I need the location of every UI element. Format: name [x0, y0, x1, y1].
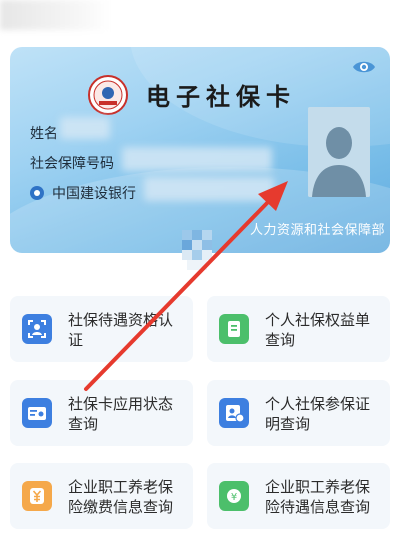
- tile-card-status[interactable]: 社保卡应用状态查询: [10, 380, 193, 446]
- tile-label: 社保卡应用状态查询: [68, 395, 174, 433]
- tile-label: 个人社保权益单查询: [265, 311, 371, 349]
- bank-name: 中国建设银行: [52, 186, 136, 202]
- certificate-icon: [219, 398, 249, 428]
- ssn-label: 社会保障号码: [30, 156, 114, 172]
- social-security-card[interactable]: 电子社保卡 姓名 社会保障号码 中国建设银行 人力资源和社会保障部: [10, 47, 390, 253]
- tile-qualification-auth[interactable]: 社保待遇资格认证: [10, 296, 193, 362]
- bank-logo-icon: [30, 186, 44, 200]
- name-label: 姓名: [30, 126, 58, 142]
- document-icon: [219, 314, 249, 344]
- tile-label: 企业职工养老保险待遇信息查询: [265, 478, 371, 516]
- photo-placeholder-icon: [308, 107, 370, 197]
- emblem-icon: [88, 75, 128, 115]
- tile-label: 企业职工养老保险缴费信息查询: [68, 478, 174, 516]
- ministry-label: 人力资源和社会保障部: [250, 223, 386, 238]
- card-icon: [22, 398, 52, 428]
- blurred-badge: [182, 230, 212, 270]
- yuan-icon: [22, 481, 52, 511]
- account-value-blurred: [144, 177, 274, 201]
- card-title: 电子社保卡: [146, 82, 296, 111]
- ssn-value-blurred: [122, 147, 272, 171]
- svg-text:¥: ¥: [231, 492, 237, 503]
- eye-icon[interactable]: [352, 59, 376, 75]
- tile-label: 个人社保参保证明查询: [265, 395, 371, 433]
- tile-rights-statement[interactable]: 个人社保权益单查询: [207, 296, 390, 362]
- tile-insurance-certificate[interactable]: 个人社保参保证明查询: [207, 380, 390, 446]
- tile-pension-benefit[interactable]: ¥ 企业职工养老保险待遇信息查询: [207, 463, 390, 529]
- name-value-blurred: [60, 117, 110, 139]
- face-scan-icon: [22, 314, 52, 344]
- blurred-header: [0, 0, 110, 30]
- tile-pension-payment[interactable]: 企业职工养老保险缴费信息查询: [10, 463, 193, 529]
- pension-icon: ¥: [219, 481, 249, 511]
- tile-label: 社保待遇资格认证: [68, 311, 174, 349]
